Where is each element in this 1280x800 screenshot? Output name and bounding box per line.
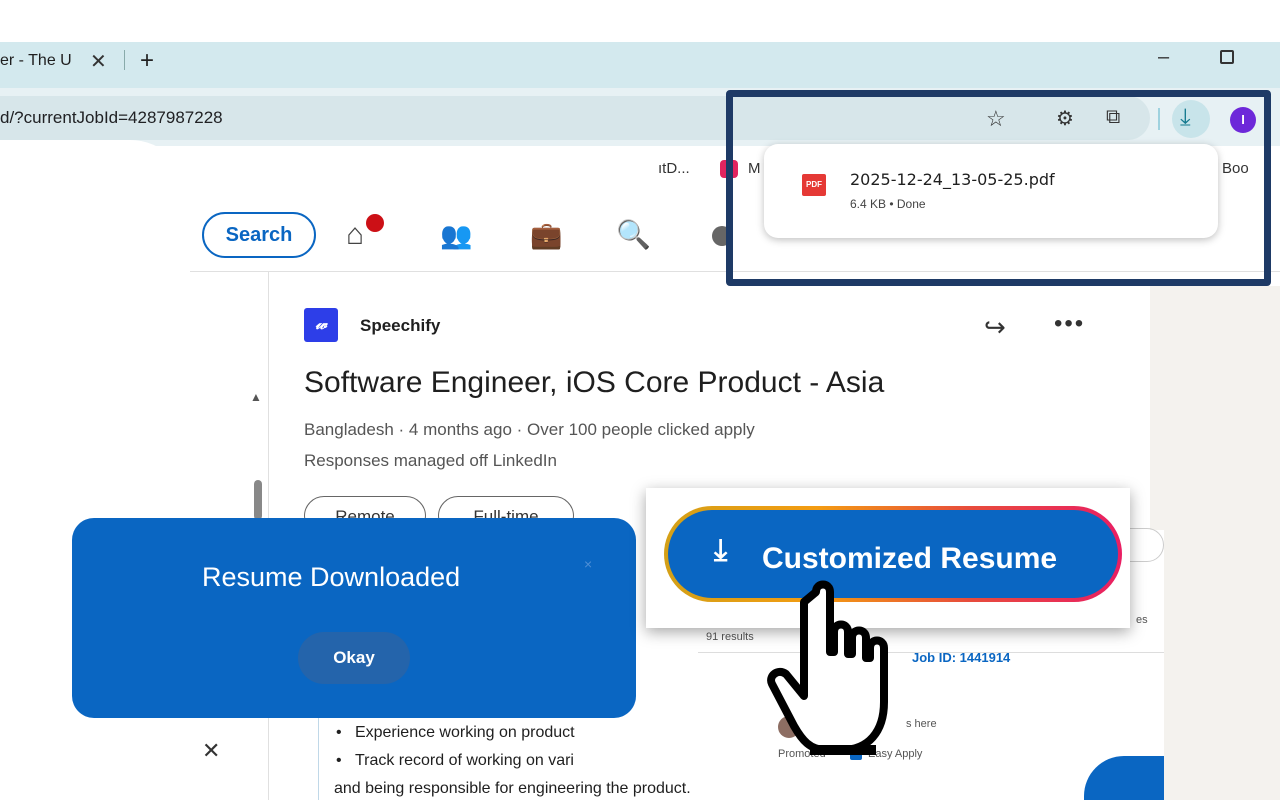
description-line: and being responsible for engineering th… — [334, 780, 691, 797]
right-sidebar — [1150, 286, 1280, 800]
description-bullet: • Track record of working on vari — [336, 752, 574, 769]
company-logo[interactable]: 𝓌 — [304, 308, 338, 342]
modal-title: Resume Downloaded — [202, 562, 461, 592]
url-text[interactable]: d/?currentJobId=4287987228 — [0, 108, 223, 128]
company-name[interactable]: Speechify — [360, 316, 440, 336]
customized-resume-label[interactable]: Customized Resume — [762, 542, 1057, 576]
highlight-frame — [726, 90, 1271, 286]
download-icon: ⤓ — [714, 534, 728, 567]
job-title: Software Engineer, iOS Core Product - As… — [304, 366, 885, 399]
bookmark-item[interactable]: ıtD... — [658, 160, 690, 177]
modal-close-icon[interactable]: × — [584, 556, 592, 572]
tab-title[interactable]: er - The U — [0, 52, 72, 70]
more-icon[interactable]: ••• — [1054, 310, 1085, 338]
tab-close-icon[interactable]: ✕ — [90, 49, 107, 74]
search-people-icon[interactable]: 🔍 — [616, 218, 651, 251]
close-icon[interactable]: ✕ — [202, 738, 220, 764]
network-icon[interactable]: 👥 — [440, 220, 472, 251]
share-icon[interactable]: ↪ — [984, 312, 1006, 343]
jobs-icon[interactable]: 💼 — [530, 220, 562, 251]
search-button[interactable]: Search — [202, 212, 316, 258]
resume-downloaded-modal — [72, 518, 636, 718]
tab-separator — [124, 50, 125, 70]
job-responses-note: Responses managed off LinkedIn — [304, 451, 557, 470]
new-tab-button[interactable]: + — [140, 47, 154, 75]
results-text: es — [1136, 614, 1148, 626]
minimize-button[interactable]: – — [1158, 46, 1169, 69]
bullet-text: Track record of working on vari — [354, 752, 574, 769]
job-meta: Bangladesh · 4 months ago · Over 100 peo… — [304, 420, 755, 439]
scrollbar-thumb[interactable] — [254, 480, 262, 520]
hand-cursor-icon — [767, 580, 888, 755]
left-panel — [0, 140, 190, 380]
scroll-up-arrow[interactable]: ▲ — [250, 390, 262, 404]
notification-badge — [366, 214, 384, 232]
bullet-text: Experience working on product — [354, 724, 575, 741]
tab-strip — [0, 42, 1280, 88]
okay-button[interactable]: Okay — [298, 632, 410, 684]
restore-button[interactable] — [1220, 50, 1234, 64]
description-bullet: • Experience working on product — [336, 724, 575, 741]
results-count: 91 results — [706, 631, 754, 643]
home-icon[interactable]: ⌂ — [346, 218, 364, 252]
